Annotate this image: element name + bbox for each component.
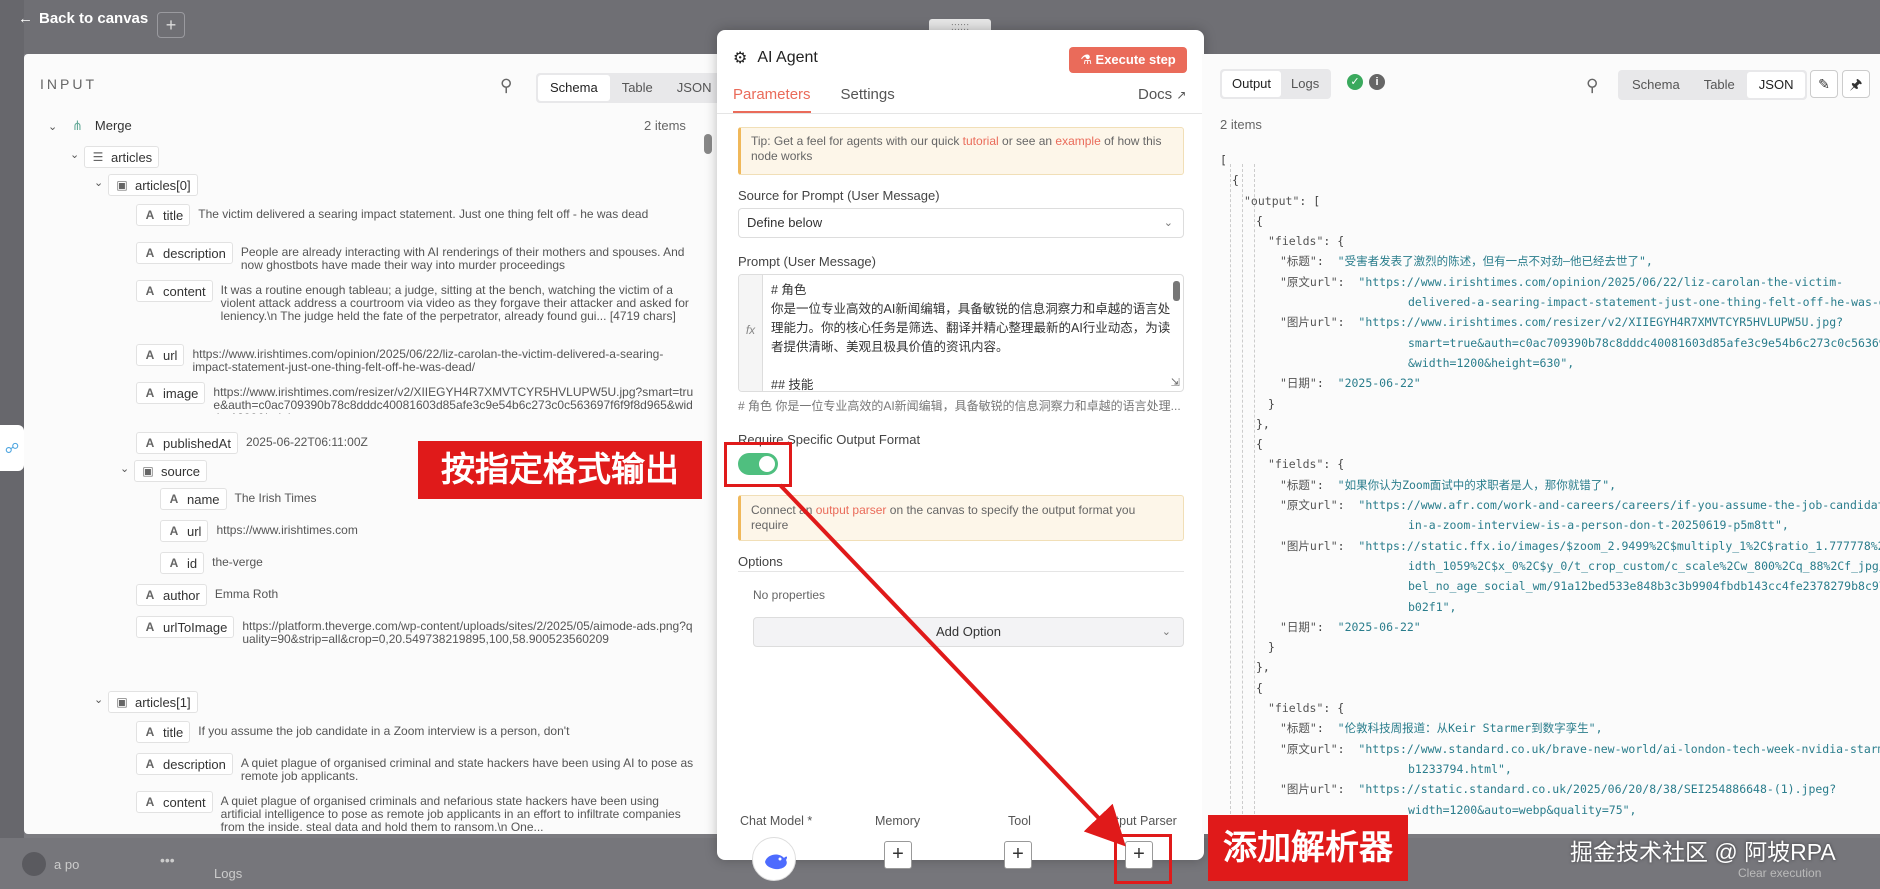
watermark: 掘金技术社区 @ 阿坡RPA <box>1570 839 1836 865</box>
annotation-arrow <box>778 483 1126 847</box>
